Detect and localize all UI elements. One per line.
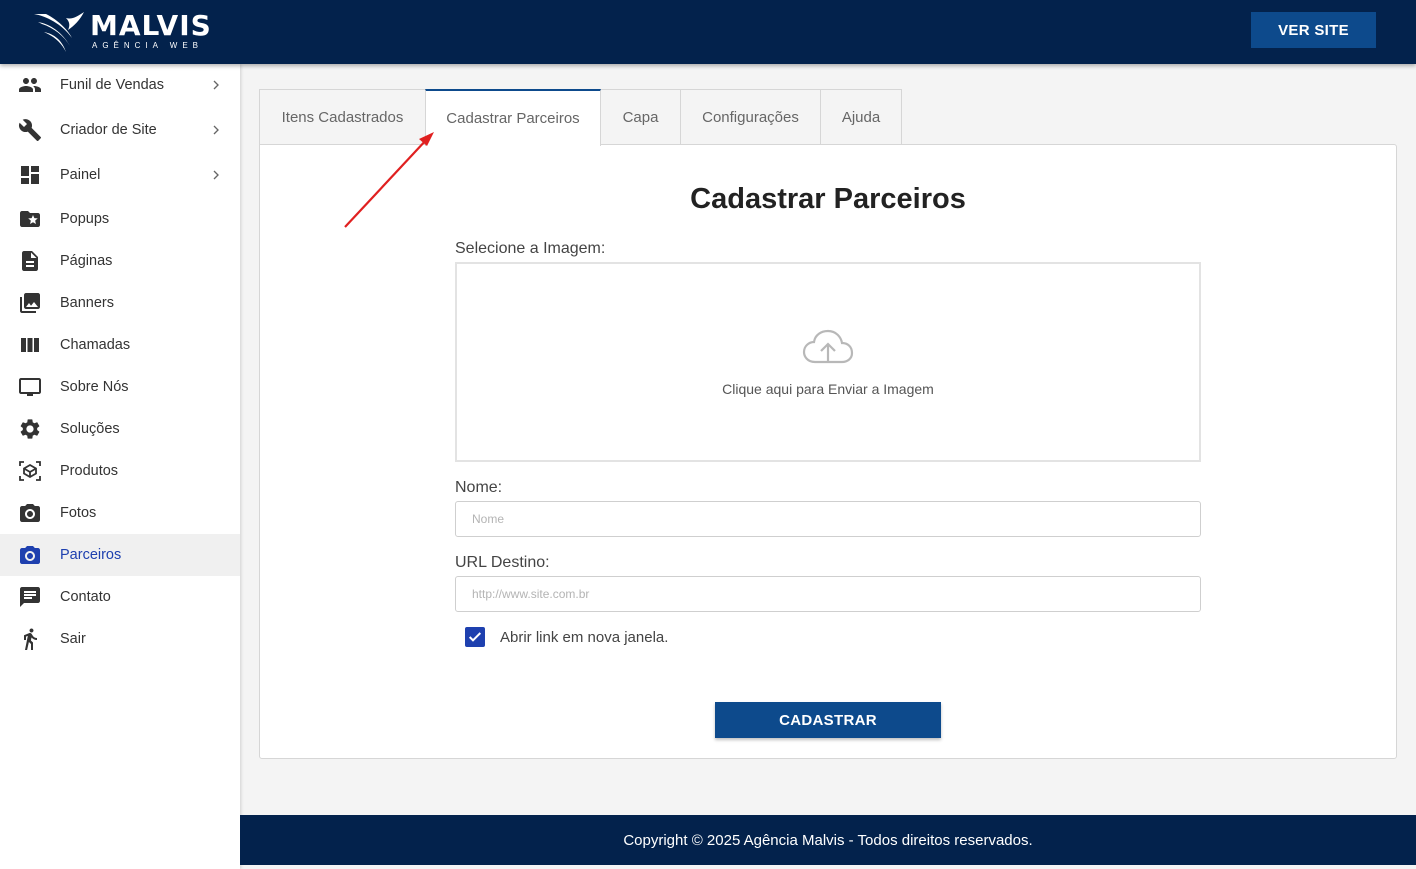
footer: Copyright © 2025 Agência Malvis - Todos … <box>240 815 1416 865</box>
tab-cadastrar-parceiros[interactable]: Cadastrar Parceiros <box>425 89 601 146</box>
monitor-icon <box>19 378 41 396</box>
image-label: Selecione a Imagem: <box>455 240 606 257</box>
sidebar-item-label: Funil de Vendas <box>60 77 164 93</box>
sidebar-item-label: Chamadas <box>60 337 131 353</box>
document-icon <box>22 251 38 271</box>
sidebar-item-sobre-nos[interactable]: Sobre Nós <box>0 366 240 408</box>
new-window-checkbox[interactable] <box>465 627 485 647</box>
gear-icon <box>20 419 40 439</box>
people-icon <box>19 78 41 92</box>
sidebar-item-fotos[interactable]: Fotos <box>0 492 240 534</box>
tab-label: Cadastrar Parceiros <box>446 110 580 127</box>
exit-person-icon <box>24 628 37 650</box>
main-content: Itens Cadastrados Cadastrar Parceiros Ca… <box>240 64 1416 815</box>
sidebar-item-label: Fotos <box>60 505 97 521</box>
new-window-label: Abrir link em nova janela. <box>500 628 669 646</box>
logo-name: MALVIS <box>90 9 212 42</box>
tab-label: Capa <box>622 109 659 126</box>
name-input[interactable] <box>455 501 1201 537</box>
logo-subtitle: AGÊNCIA WEB <box>92 41 204 50</box>
logo[interactable]: MALVIS AGÊNCIA WEB <box>32 9 212 55</box>
columns-icon <box>21 338 39 352</box>
sidebar-item-label: Painel <box>60 167 101 183</box>
logo-wings-icon <box>34 12 84 52</box>
ver-site-button[interactable]: VER SITE <box>1251 12 1376 48</box>
sidebar-item-parceiros[interactable]: Parceiros <box>0 534 240 576</box>
cloud-upload-icon <box>802 329 854 364</box>
chevron-right-icon <box>213 125 219 135</box>
tab-label: Configurações <box>702 109 799 126</box>
sidebar-item-popups[interactable]: Popups <box>0 198 240 240</box>
tab-label: Ajuda <box>841 109 881 126</box>
sidebar-item-label: Popups <box>60 211 110 227</box>
url-input[interactable] <box>455 576 1201 612</box>
image-upload-dropzone[interactable]: Clique aqui para Enviar a Imagem <box>455 262 1201 462</box>
sidebar-item-banners[interactable]: Banners <box>0 282 240 324</box>
sidebar-item-label: Soluções <box>60 421 120 437</box>
sidebar-item-criador-de-site[interactable]: Criador de Site <box>0 109 240 151</box>
chevron-right-icon <box>213 80 219 90</box>
sidebar-item-painel[interactable]: Painel <box>0 154 240 196</box>
camera-icon <box>20 546 40 564</box>
tab-configuracoes[interactable]: Configurações <box>680 89 821 145</box>
sidebar-item-funil-de-vendas[interactable]: Funil de Vendas <box>0 64 240 106</box>
top-bar: MALVIS AGÊNCIA WEB VER SITE <box>0 0 1416 64</box>
sidebar-item-label: Banners <box>60 295 115 311</box>
upload-instructions: Clique aqui para Enviar a Imagem <box>722 381 934 397</box>
sidebar-item-paginas[interactable]: Páginas <box>0 240 240 282</box>
new-window-option: Abrir link em nova janela. <box>465 627 668 647</box>
sidebar-item-label: Páginas <box>60 253 113 269</box>
chevron-right-icon <box>213 170 219 180</box>
chat-icon <box>20 587 40 607</box>
sidebar-item-chamadas[interactable]: Chamadas <box>0 324 240 366</box>
tab-label: Itens Cadastrados <box>281 109 404 126</box>
tab-ajuda[interactable]: Ajuda <box>820 89 902 145</box>
sidebar-item-label: Criador de Site <box>60 122 157 138</box>
tab-itens-cadastrados[interactable]: Itens Cadastrados <box>259 89 426 145</box>
sidebar: Funil de Vendas Criador de Site Painel P… <box>0 64 240 869</box>
sidebar-item-produtos[interactable]: Produtos <box>0 450 240 492</box>
sidebar-item-label: Parceiros <box>60 547 122 563</box>
name-label: Nome: <box>455 479 503 496</box>
photo-library-icon <box>20 293 40 313</box>
page-title: Cadastrar Parceiros <box>690 183 966 215</box>
camera-icon <box>20 504 40 522</box>
checkmark-icon <box>468 632 482 642</box>
cadastrar-button[interactable]: CADASTRAR <box>715 702 941 738</box>
sidebar-item-label: Sobre Nós <box>60 379 129 395</box>
dashboard-icon <box>21 166 39 184</box>
sidebar-item-label: Sair <box>60 631 86 647</box>
sidebar-item-solucoes[interactable]: Soluções <box>0 408 240 450</box>
url-label: URL Destino: <box>455 554 550 571</box>
folder-star-icon <box>20 211 40 227</box>
sidebar-item-label: Contato <box>60 589 111 605</box>
sidebar-item-sair[interactable]: Sair <box>0 618 240 660</box>
sidebar-item-label: Produtos <box>60 463 119 479</box>
tab-bar: Itens Cadastrados Cadastrar Parceiros Ca… <box>259 89 902 146</box>
sidebar-item-contato[interactable]: Contato <box>0 576 240 618</box>
copyright-text: Copyright © 2025 Agência Malvis - Todos … <box>623 831 1033 849</box>
form-panel: Cadastrar Parceiros Selecione a Imagem: … <box>259 144 1397 759</box>
tab-capa[interactable]: Capa <box>600 89 681 145</box>
wrench-icon <box>18 119 41 141</box>
box-icon <box>19 461 41 481</box>
